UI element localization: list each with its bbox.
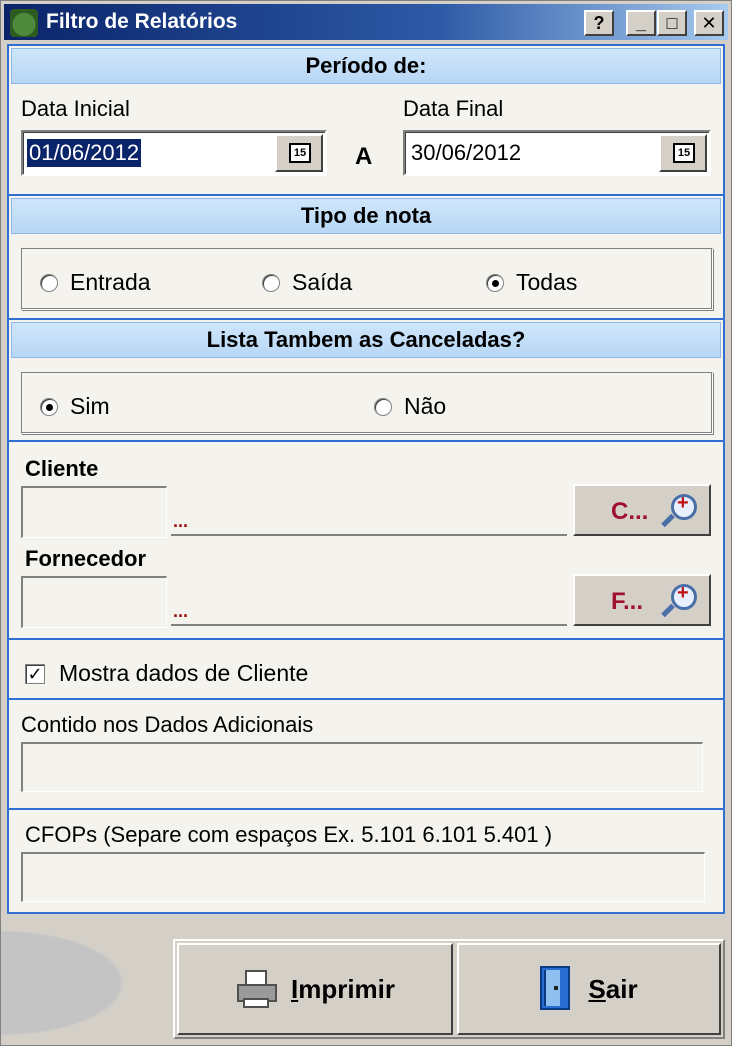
calendar-icon: 15 — [289, 143, 311, 163]
magnifier-handle — [661, 603, 675, 618]
show-client-label: Mostra dados de Cliente — [59, 660, 309, 686]
radio-saida-circle — [262, 273, 280, 292]
end-date-field[interactable]: 30/06/2012 15 — [403, 130, 711, 176]
note-type-section: Tipo de nota Entrada Saída Todas — [9, 196, 723, 320]
cancelled-group: Sim Não — [21, 372, 713, 434]
radio-nao-label: Não — [404, 393, 447, 419]
cliente-search-label: C... — [611, 498, 649, 525]
print-mnemonic: I — [290, 973, 299, 1004]
note-type-group: Entrada Saída Todas — [21, 248, 713, 310]
app-icon — [10, 9, 38, 37]
help-button[interactable]: ? — [584, 10, 614, 36]
maximize-button[interactable]: □ — [657, 10, 687, 36]
fornecedor-search-label: F... — [611, 588, 644, 615]
end-date-value: 30/06/2012 — [411, 140, 522, 165]
radio-entrada-circle — [40, 273, 58, 292]
exit-button[interactable]: Sair — [457, 943, 721, 1035]
cancelled-header: Lista Tambem as Canceladas? — [11, 322, 721, 358]
filter-panel: Período de: Data Inicial Data Final 01/0… — [7, 44, 725, 914]
title-bar[interactable]: Filtro de Relatórios ? _ □ ✕ — [4, 4, 728, 40]
fornecedor-code-input[interactable] — [21, 576, 167, 628]
radio-todas[interactable]: Todas — [486, 269, 577, 296]
fornecedor-name-field[interactable]: ... — [171, 580, 567, 626]
cliente-code-input[interactable] — [21, 486, 167, 538]
cfops-label: CFOPs (Separe com espaços Ex. 5.101 6.10… — [25, 822, 553, 847]
magnifier-icon — [671, 492, 697, 520]
radio-nao-circle — [374, 397, 392, 416]
cliente-name-placeholder: ... — [173, 511, 189, 531]
radio-saida-label: Saída — [292, 269, 353, 295]
cliente-label: Cliente — [25, 456, 99, 481]
cancelled-section: Lista Tambem as Canceladas? Sim Não — [9, 320, 723, 442]
additional-data-section: Contido nos Dados Adicionais — [9, 700, 723, 810]
date-range-separator: A — [355, 143, 373, 170]
fornecedor-name-placeholder: ... — [173, 601, 189, 621]
additional-data-label: Contido nos Dados Adicionais — [21, 712, 314, 737]
end-date-label: Data Final — [403, 96, 504, 121]
report-filter-window: Filtro de Relatórios ? _ □ ✕ Período de:… — [0, 0, 732, 1046]
magnifier-handle — [661, 513, 675, 528]
printer-icon — [235, 968, 281, 1010]
door-knob — [554, 986, 559, 990]
start-date-calendar-button[interactable]: 15 — [275, 134, 323, 172]
cliente-name-field[interactable]: ... — [171, 490, 567, 536]
radio-entrada-label: Entrada — [70, 269, 151, 295]
start-date-label: Data Inicial — [21, 96, 130, 121]
period-section: Período de: Data Inicial Data Final 01/0… — [9, 46, 723, 196]
footer-decoration — [1, 921, 146, 1045]
cliente-search-button[interactable]: C... — [573, 484, 711, 536]
fornecedor-label: Fornecedor — [25, 546, 147, 571]
cfops-input[interactable] — [21, 852, 705, 902]
calendar-icon: 15 — [673, 143, 695, 163]
end-date-calendar-button[interactable]: 15 — [659, 134, 707, 172]
window-title: Filtro de Relatórios — [46, 10, 238, 33]
radio-nao[interactable]: Não — [374, 393, 446, 420]
magnifier-icon — [671, 582, 697, 610]
printer-output — [242, 998, 269, 1008]
party-section: Cliente ... C... Fornecedor ... F... — [9, 442, 723, 640]
radio-sim-label: Sim — [70, 393, 110, 419]
period-header: Período de: — [11, 48, 721, 84]
print-label: mprimir — [298, 973, 396, 1004]
start-date-field[interactable]: 01/06/2012 15 — [21, 130, 327, 176]
note-type-header: Tipo de nota — [11, 198, 721, 234]
show-client-checkbox[interactable]: ✓ Mostra dados de Cliente — [25, 660, 308, 687]
start-date-value: 01/06/2012 — [27, 139, 142, 167]
print-button[interactable]: Imprimir — [177, 943, 453, 1035]
fornecedor-search-button[interactable]: F... — [573, 574, 711, 626]
radio-sim[interactable]: Sim — [40, 393, 110, 420]
exit-mnemonic: S — [588, 973, 606, 1004]
radio-sim-circle — [40, 397, 58, 416]
checkbox-check-icon: ✓ — [25, 663, 45, 684]
exit-door-icon — [540, 966, 574, 1012]
minimize-button[interactable]: _ — [626, 10, 656, 36]
radio-todas-circle — [486, 273, 504, 292]
radio-entrada[interactable]: Entrada — [40, 269, 151, 296]
radio-saida[interactable]: Saída — [262, 269, 352, 296]
cfops-section: CFOPs (Separe com espaços Ex. 5.101 6.10… — [9, 810, 723, 912]
close-button[interactable]: ✕ — [694, 10, 724, 36]
additional-data-input[interactable] — [21, 742, 703, 792]
exit-label: air — [605, 973, 638, 1004]
radio-todas-label: Todas — [516, 269, 578, 295]
